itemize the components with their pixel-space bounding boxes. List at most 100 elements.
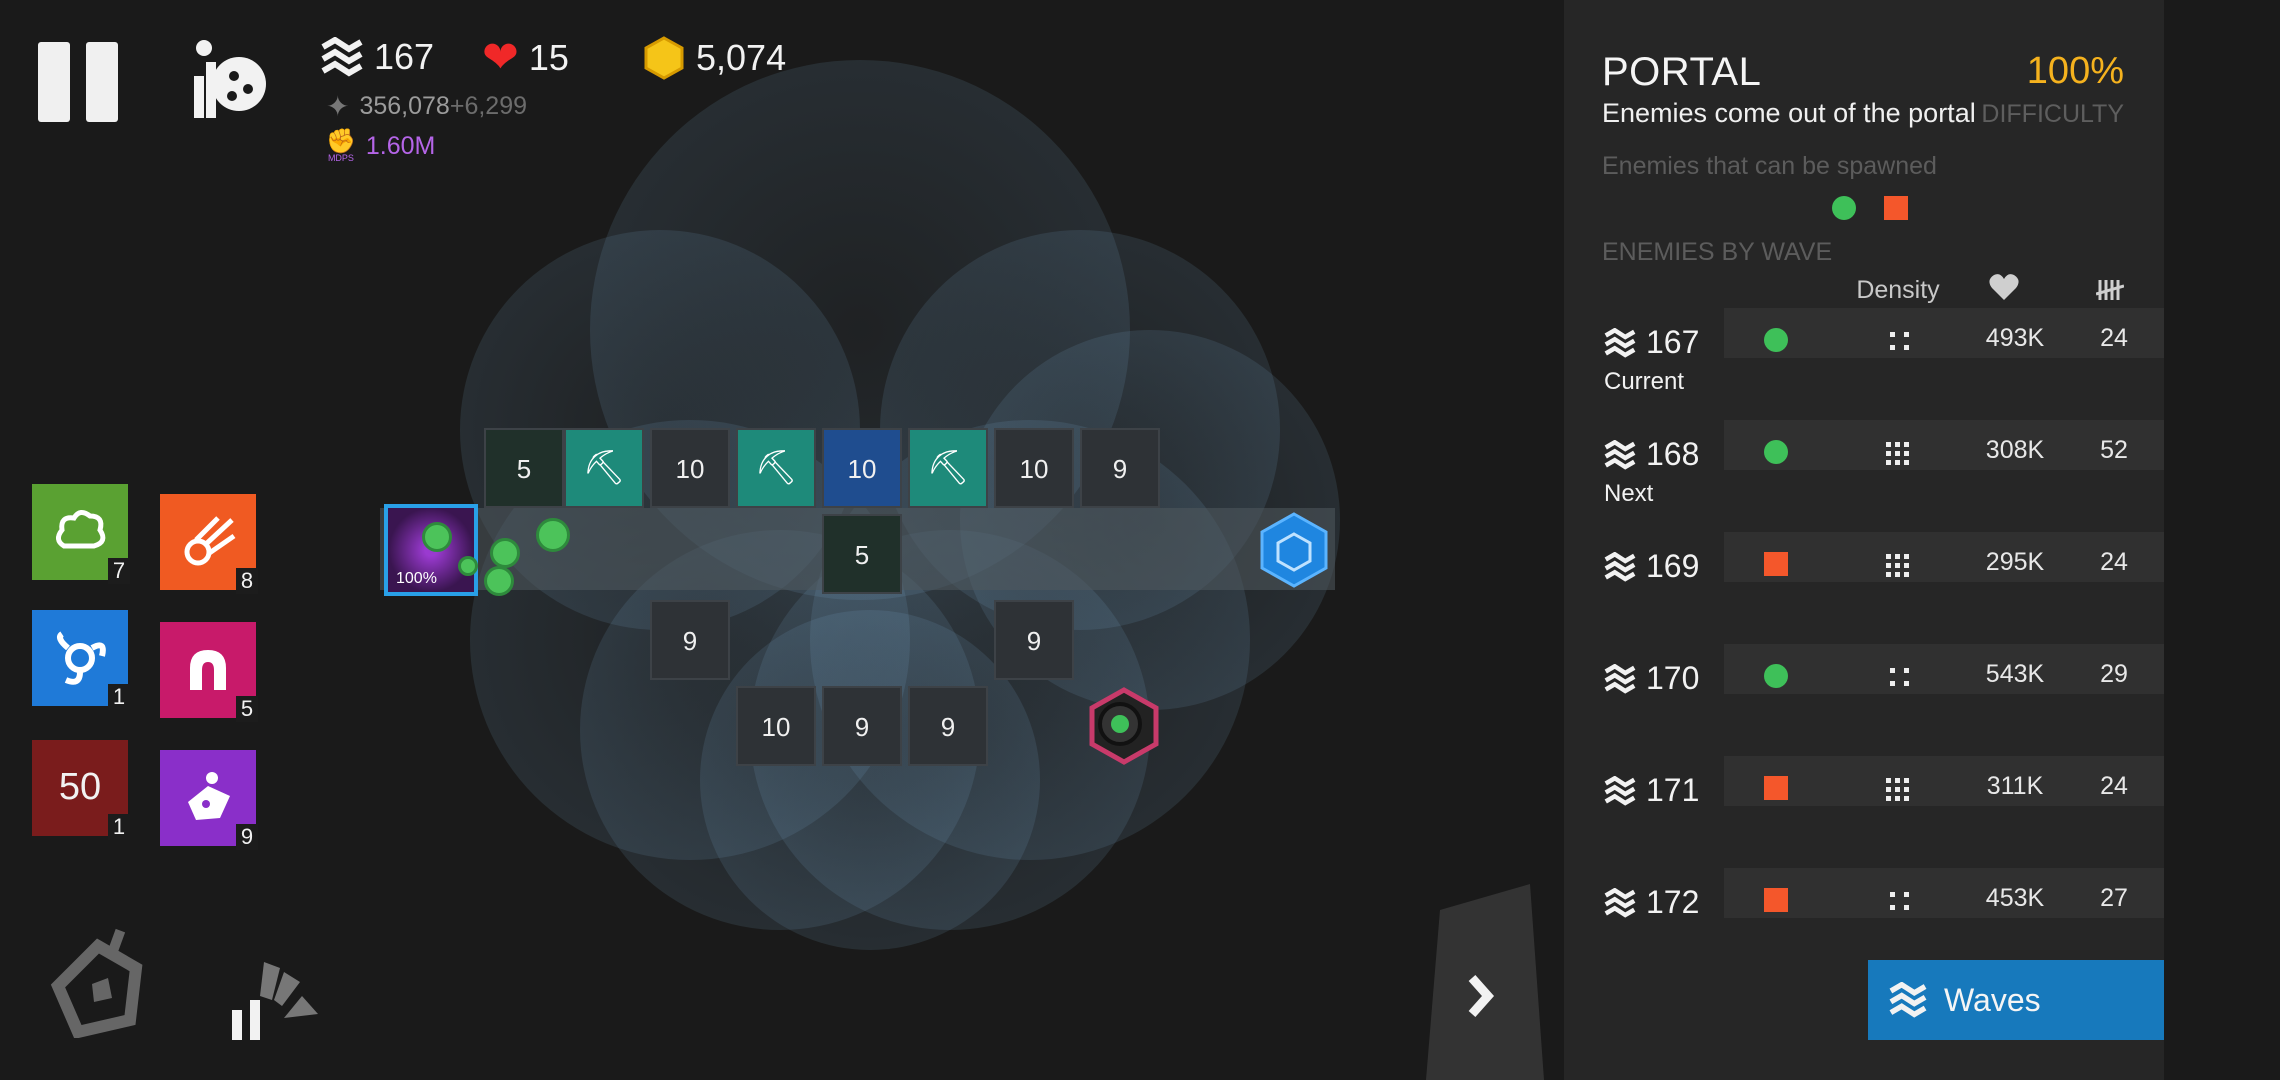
ability-bomb[interactable]: 50 1: [32, 740, 130, 840]
panel-title: PORTAL: [1602, 50, 1762, 94]
wave-row: 169 295K 24: [1564, 532, 2164, 658]
pickaxe-icon: ⛏: [926, 449, 970, 487]
enemy: [458, 556, 478, 576]
panel-subtitle: Enemies come out of the portal: [1602, 98, 1976, 128]
wave-health: 295K: [1985, 548, 2045, 576]
score-counter: ✦ 356,078 +6,299: [326, 90, 527, 123]
ability-blizzard[interactable]: 1: [32, 610, 130, 710]
core-icon: [50, 928, 143, 1039]
abilities-menu-button[interactable]: [184, 34, 274, 124]
wave-counter: 167: [320, 36, 434, 78]
waves-button[interactable]: Waves: [1868, 960, 2164, 1040]
heart-icon: ❤: [482, 33, 519, 82]
health-column-header: [1988, 272, 2020, 309]
miner-tile[interactable]: ⛏: [736, 428, 816, 508]
enemies-by-wave-heading: ENEMIES BY WAVE: [1602, 238, 1833, 266]
enemy-square-icon: [1764, 888, 1788, 912]
enemy-square-icon: [1764, 552, 1788, 576]
spawnable-enemies-label: Enemies that can be spawned: [1602, 152, 1937, 180]
bomb-icon: 50: [58, 766, 102, 808]
tower-tile[interactable]: 10: [736, 686, 816, 766]
wave-health: 453K: [1985, 884, 2045, 912]
collapse-panel-button[interactable]: [1426, 880, 1546, 1080]
wave-health: 543K: [1985, 660, 2045, 688]
miner-tile[interactable]: ⛏: [908, 428, 988, 508]
pause-button[interactable]: [38, 42, 122, 122]
tower-tile[interactable]: 10: [822, 428, 902, 508]
density-low-icon: [1890, 892, 1909, 910]
tower-tile[interactable]: 5: [822, 514, 902, 594]
ability-loot[interactable]: 9: [160, 750, 258, 850]
tower-tile[interactable]: 9: [650, 600, 730, 680]
waves-icon: [1604, 775, 1636, 806]
enemy-circle-icon: [1764, 440, 1788, 464]
fireball-icon: [184, 516, 236, 566]
wave-tag: Current: [1604, 368, 1685, 395]
ability-fireball[interactable]: 8: [160, 494, 258, 594]
heart-icon: [1989, 274, 2019, 300]
density-high-icon: [1886, 442, 1909, 465]
tower-tile[interactable]: 9: [994, 600, 1074, 680]
wave-health: 311K: [1986, 772, 2044, 800]
portal-info-panel: PORTAL Enemies come out of the portal 10…: [1564, 0, 2164, 1080]
density-low-icon: [1890, 668, 1909, 686]
pickaxe-icon: ⛏: [582, 449, 626, 487]
waves-icon: [1604, 327, 1636, 358]
tally-icon: [2095, 280, 2125, 300]
enemy: [490, 538, 520, 568]
density-column-header: Density: [1856, 276, 1940, 304]
ability-magnet[interactable]: 5: [160, 622, 258, 722]
ability-count: 7: [108, 558, 130, 584]
enemy-circle-icon: [1764, 328, 1788, 352]
portal-percent: 100%: [396, 570, 437, 587]
waves-icon: [1604, 439, 1636, 470]
wave-row: 167 Current 493K 24: [1564, 308, 2164, 434]
mdps-icon: ✊ MDPS: [326, 128, 356, 163]
wave-number: 172: [1646, 884, 1700, 920]
ability-count: 5: [236, 696, 258, 722]
mdps-value: 1.60M: [365, 132, 436, 160]
waves-icon: [1604, 551, 1636, 582]
enemy-circle-icon: [1832, 196, 1856, 220]
wave-number: 169: [1646, 548, 1700, 584]
enemy-square-icon: [1884, 196, 1908, 220]
ability-count: 1: [108, 684, 130, 710]
tower-tile[interactable]: 9: [822, 686, 902, 766]
wave-enemy-count: 24: [2100, 324, 2128, 352]
lives-counter: ❤ 15: [482, 36, 569, 80]
wave-enemy-count: 24: [2100, 548, 2128, 576]
vortex-tower[interactable]: [1084, 686, 1164, 766]
density-low-icon: [1890, 332, 1909, 350]
pickaxe-icon: ⛏: [754, 449, 798, 487]
enemy-square-icon: [1764, 776, 1788, 800]
ability-bush[interactable]: 7: [32, 484, 130, 584]
difficulty-label: DIFFICULTY: [1981, 100, 2124, 128]
core-menu-button[interactable]: [48, 928, 148, 1039]
lives-value: 15: [528, 37, 569, 78]
miner-tile[interactable]: ⛏: [564, 428, 644, 508]
pause-icon: [38, 42, 70, 122]
enemy: [422, 522, 452, 552]
wave-enemy-count: 29: [2100, 660, 2128, 688]
wave-row: 171 311K 24: [1564, 756, 2164, 882]
tower-tile[interactable]: 10: [994, 428, 1074, 508]
bush-icon: [56, 510, 106, 549]
tower-tile[interactable]: 9: [908, 686, 988, 766]
coin-icon: [644, 36, 684, 80]
tower-tile[interactable]: 10: [650, 428, 730, 508]
density-high-icon: [1886, 778, 1909, 801]
core-hexagon[interactable]: [1254, 510, 1334, 590]
ability-count: 1: [108, 814, 130, 840]
wave-value: 167: [374, 36, 435, 77]
magnet-icon: [190, 650, 226, 690]
research-icon: [232, 962, 318, 1040]
mdps-badge: MDPS: [327, 153, 354, 163]
wave-number: 167: [1646, 324, 1700, 360]
coins-value: 5,074: [696, 37, 787, 78]
waves-icon: [1604, 887, 1636, 918]
wave-enemy-count: 24: [2100, 772, 2128, 800]
research-menu-button[interactable]: [228, 960, 324, 1042]
coins-counter: 5,074: [642, 36, 786, 80]
tower-tile[interactable]: 9: [1080, 428, 1160, 508]
tower-tile[interactable]: 5: [484, 428, 564, 508]
